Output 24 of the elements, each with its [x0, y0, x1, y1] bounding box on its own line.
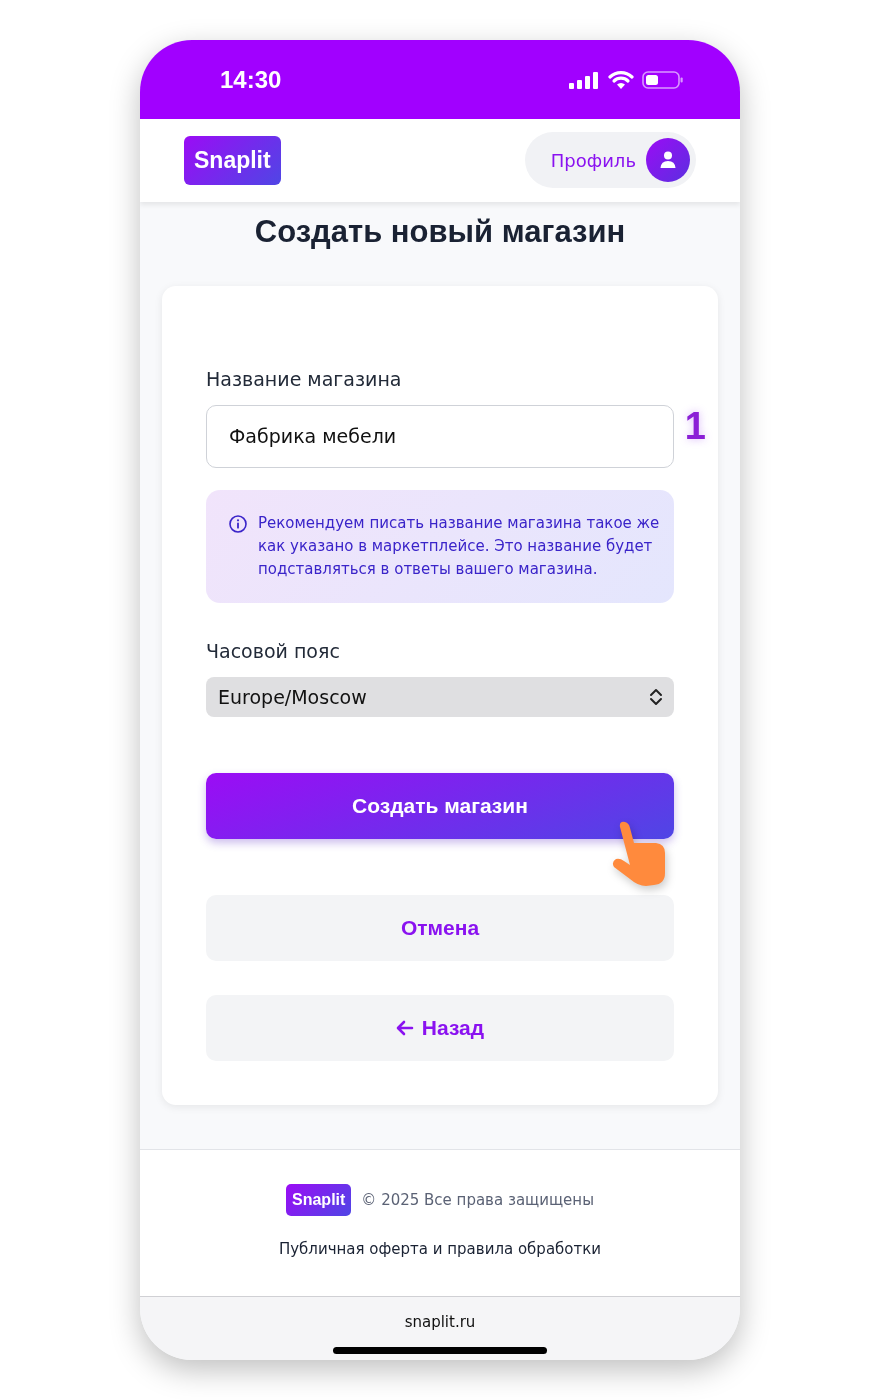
profile-button[interactable]: Профиль: [524, 132, 696, 189]
logo[interactable]: Snaplit: [184, 136, 281, 185]
store-name-field[interactable]: Фабрика мебели: [206, 404, 674, 468]
status-time: 14:30: [220, 65, 282, 94]
info-text: Рекомендуем писать название магазина такое же как указано в маркетплейсе. Это название будет подставляться в ответы вашего магазина.: [258, 512, 660, 580]
wifi-icon: [608, 69, 634, 90]
arrow-left-icon: [395, 1019, 414, 1036]
timezone-select[interactable]: Europe/Moscow: [206, 676, 674, 717]
page-title: Создать новый магазин: [254, 213, 626, 250]
field-label: Название магазина: [206, 367, 403, 390]
battery-icon: [642, 69, 684, 90]
info-icon: [228, 513, 248, 534]
field-label: Часовой пояс: [206, 639, 341, 662]
footer-logo: Snaplit: [286, 1183, 352, 1216]
offer-link[interactable]: Публичная оферта и правила обработки: [278, 1239, 602, 1258]
back-button[interactable]: Назад: [206, 994, 674, 1061]
create-store-button[interactable]: Создать магазин: [206, 772, 674, 839]
copyright-text: © 2025 Все права защищены: [361, 1190, 594, 1209]
chevron-updown-icon: [648, 686, 664, 707]
signal-icon: [568, 69, 600, 90]
user-icon: [646, 138, 690, 183]
cancel-button[interactable]: Отмена: [206, 894, 674, 961]
step-marker: 1: [684, 404, 706, 448]
url-text[interactable]: snaplit.ru: [404, 1313, 476, 1332]
